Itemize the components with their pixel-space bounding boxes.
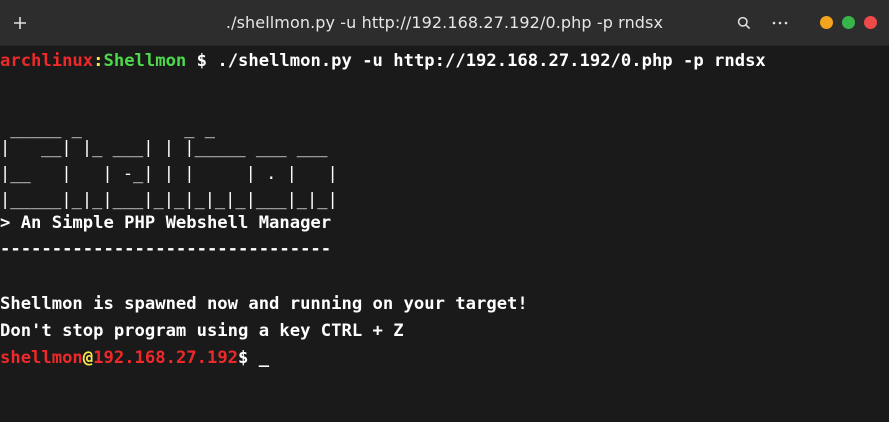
prompt-host: archlinux [0,51,94,71]
warning-message: Don't stop program using a key CTRL + Z [0,321,404,341]
shell-prompt-at: @ [82,348,94,368]
search-icon [737,16,751,30]
menu-button[interactable] [768,12,792,34]
more-horizontal-icon [772,21,788,25]
prompt-symbol: $ [186,51,218,71]
new-tab-button[interactable] [8,11,32,35]
close-button[interactable] [864,16,877,29]
terminal-window: ./shellmon.py -u http://192.168.27.192/0… [0,0,889,422]
shell-prompt-host: 192.168.27.192 [93,348,239,368]
plus-icon [14,17,26,29]
minimize-button[interactable] [820,16,833,29]
maximize-button[interactable] [842,16,855,29]
shell-prompt-user: shellmon [0,348,83,368]
terminal-output[interactable]: archlinux:Shellmon $ ./shellmon.py -u ht… [0,46,889,422]
shell-prompt-line: shellmon@192.168.27.192$ _ [0,348,269,374]
search-button[interactable] [733,12,755,34]
window-title: ./shellmon.py -u http://192.168.27.192/0… [225,13,664,32]
command-line: archlinux:Shellmon $ ./shellmon.py -u ht… [0,51,766,77]
title-bar: ./shellmon.py -u http://192.168.27.192/0… [0,0,889,46]
prompt-directory: Shellmon [103,51,187,71]
banner-rule: -------------------------------- [0,239,332,259]
prompt-separator: : [93,51,104,71]
shell-prompt-symbol: $ [238,348,259,368]
banner-tagline: > An Simple PHP Webshell Manager [0,213,332,233]
terminal-cursor: _ [258,348,270,368]
command-text: ./shellmon.py -u http://192.168.27.192/0… [217,51,766,71]
status-message: Shellmon is spawned now and running on y… [0,294,528,314]
